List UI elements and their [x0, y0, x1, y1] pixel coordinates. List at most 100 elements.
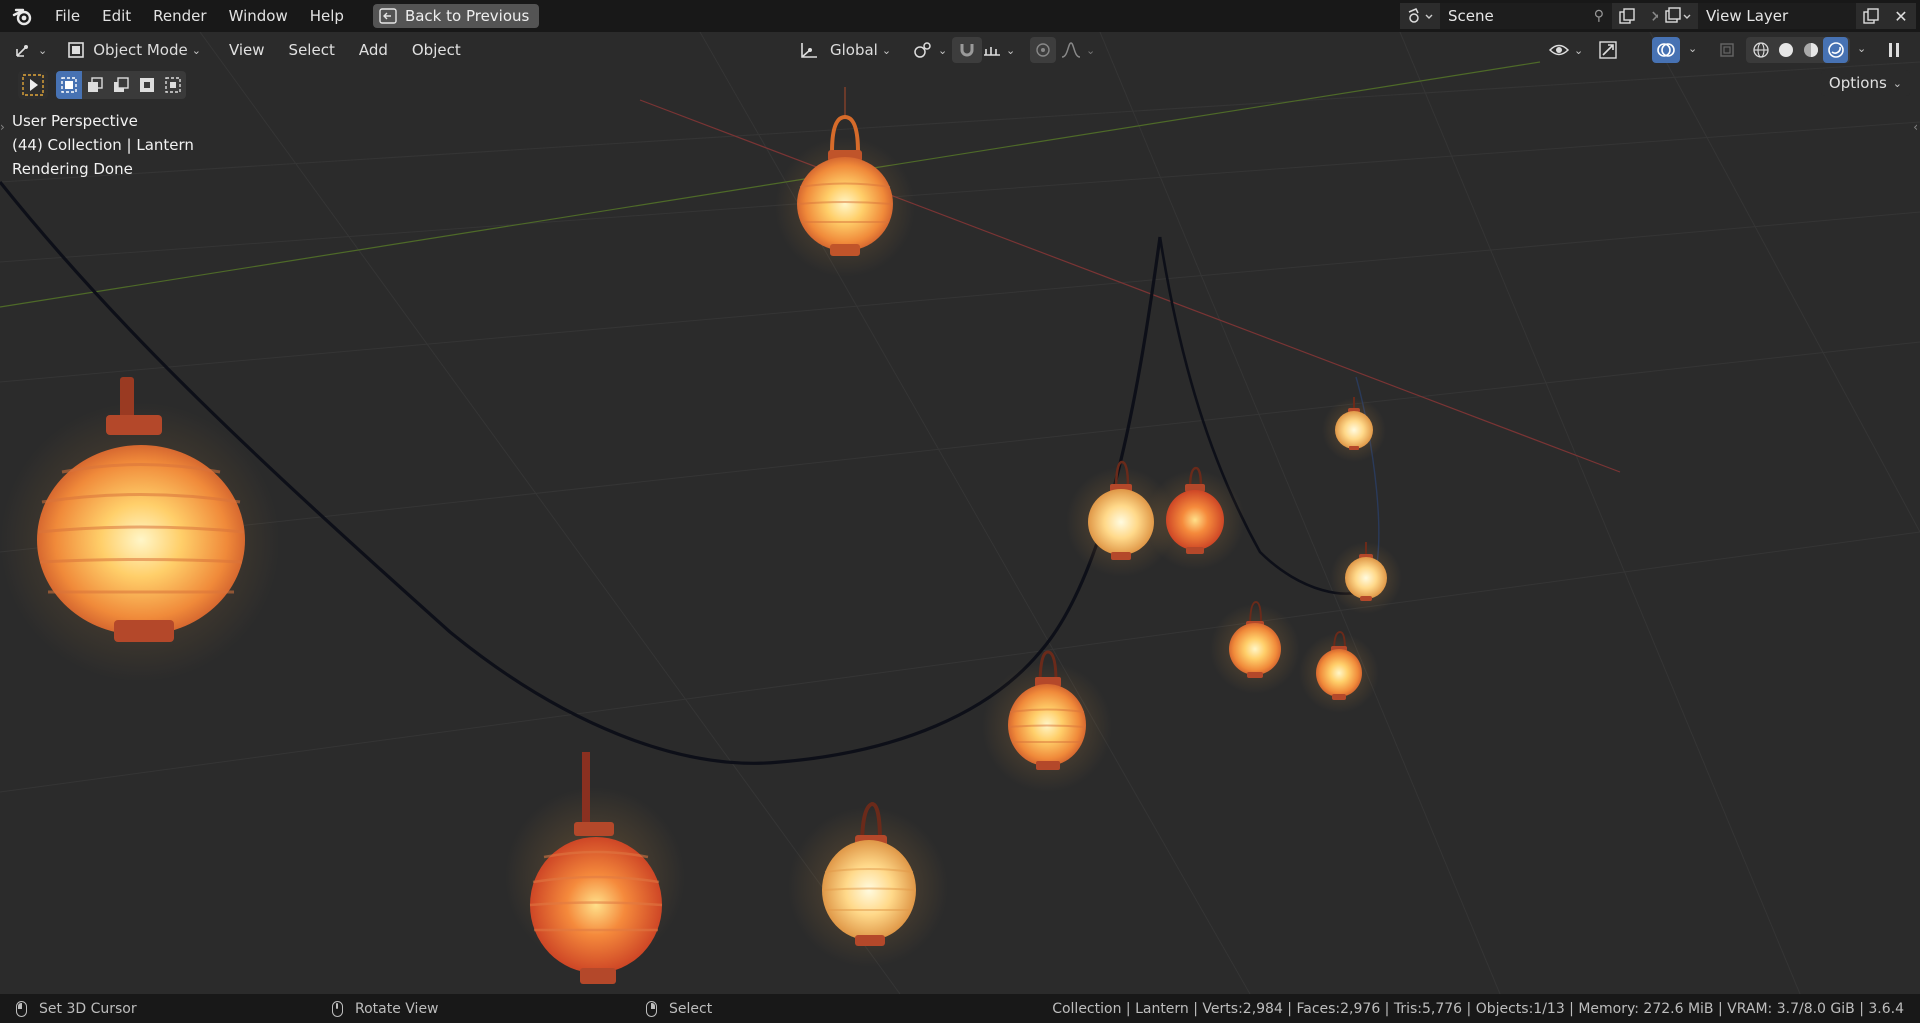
lantern-object[interactable]: [505, 752, 685, 984]
object-mode-dropdown[interactable]: Object Mode ⌄: [63, 37, 205, 63]
menu-edit[interactable]: Edit: [91, 0, 142, 32]
snap-increment-icon: [984, 47, 1000, 56]
back-to-previous-button[interactable]: Back to Previous: [372, 4, 540, 28]
blender-logo-icon[interactable]: [10, 3, 36, 29]
menu-view[interactable]: View: [229, 41, 265, 59]
select-subtract-button[interactable]: [108, 71, 134, 99]
shading-wireframe-button[interactable]: [1748, 37, 1773, 63]
new-view-layer-icon[interactable]: [1856, 3, 1886, 29]
select-new-icon: [61, 77, 77, 93]
snap-target-dropdown[interactable]: ⌄: [982, 37, 1015, 63]
proportional-editing-icon: [1036, 43, 1050, 57]
gizmo-toggle-button[interactable]: [1594, 37, 1622, 63]
view-layer-name: View Layer: [1706, 7, 1789, 25]
mouse-right-icon: [646, 1000, 657, 1017]
menu-render[interactable]: Render: [142, 0, 217, 32]
pause-icon: [1889, 43, 1899, 57]
status-hint-left-click: Set 3D Cursor: [16, 1000, 137, 1017]
lantern-object[interactable]: [982, 650, 1112, 792]
scene-statistics: Collection | Lantern | Verts:2,984 | Fac…: [1052, 1000, 1904, 1017]
status-bar: Set 3D Cursor Rotate View Select Collect…: [0, 994, 1920, 1023]
overlays-icon: [1657, 43, 1675, 57]
shading-material-button[interactable]: [1798, 37, 1823, 63]
menu-window[interactable]: Window: [218, 0, 299, 32]
xray-icon: [1720, 43, 1734, 57]
transform-orientation-dropdown[interactable]: Global ⌄: [798, 37, 891, 63]
select-intersect-button[interactable]: [160, 71, 186, 99]
scene-name-field[interactable]: Scene ⚲: [1440, 3, 1612, 29]
chevron-down-icon: ⌄: [191, 43, 201, 57]
lantern-object[interactable]: [0, 377, 280, 682]
proportional-editing-button[interactable]: [1030, 37, 1056, 63]
object-mode-label: Object Mode: [93, 41, 188, 59]
view-layer-selector: View Layer ✕: [1658, 3, 1916, 29]
gizmo-icon: [1599, 41, 1617, 59]
lantern-object[interactable]: [775, 87, 915, 277]
scene-name: Scene: [1448, 7, 1494, 25]
3d-viewport[interactable]: User Perspective (44) Collection | Lante…: [0, 32, 1920, 994]
orientation-label: Global: [830, 41, 878, 59]
shading-mode-group: [1746, 37, 1850, 63]
chevron-down-icon: ⌄: [1892, 76, 1902, 90]
select-set-button[interactable]: [56, 71, 82, 99]
select-invert-icon: [140, 78, 154, 92]
view-layer-browse-icon[interactable]: [1658, 3, 1698, 29]
right-panel-toggle-icon[interactable]: ‹: [1913, 120, 1918, 134]
lantern-object[interactable]: [1330, 542, 1402, 614]
visibility-dropdown[interactable]: ⌄: [1548, 37, 1583, 63]
y-axis-line: [0, 61, 1541, 308]
status-hint-left-label: Set 3D Cursor: [39, 1000, 137, 1017]
overlays-chevron-down-icon[interactable]: ⌄: [1688, 42, 1697, 55]
magnet-icon: [960, 44, 974, 57]
orientation-global-icon: [801, 43, 817, 58]
tweak-tool-button[interactable]: [18, 71, 48, 99]
menu-file[interactable]: File: [44, 0, 91, 32]
status-hint-middle-click: Rotate View: [332, 1000, 439, 1017]
falloff-dropdown[interactable]: ⌄: [1060, 37, 1095, 63]
shading-chevron-down-icon[interactable]: ⌄: [1857, 42, 1866, 55]
select-subtract-icon: [114, 77, 129, 92]
view-layer-name-field[interactable]: View Layer: [1698, 3, 1856, 29]
pivot-icon: [914, 42, 931, 58]
viewport-header: ⌄ Object Mode ⌄ View Select Add Object G…: [0, 32, 1920, 68]
menu-select[interactable]: Select: [289, 41, 335, 59]
pin-icon[interactable]: ⚲: [1594, 8, 1604, 24]
snap-toggle-button[interactable]: [952, 37, 982, 63]
scene-browse-icon[interactable]: [1400, 3, 1440, 29]
viewport-canvas[interactable]: [0, 32, 1920, 994]
new-scene-icon[interactable]: [1612, 3, 1642, 29]
delete-view-layer-icon[interactable]: ✕: [1886, 3, 1916, 29]
object-mode-icon: [68, 42, 85, 58]
menu-object[interactable]: Object: [412, 41, 461, 59]
xray-toggle-button[interactable]: [1714, 37, 1740, 63]
options-dropdown[interactable]: Options ⌄: [1820, 70, 1910, 96]
lantern-object[interactable]: [788, 801, 948, 967]
overlays-toggle-button[interactable]: [1652, 37, 1680, 63]
left-panel-toggle-icon[interactable]: ›: [0, 120, 5, 134]
shading-rendered-button[interactable]: [1823, 37, 1848, 63]
menu-add[interactable]: Add: [359, 41, 388, 59]
lantern-object[interactable]: [1210, 600, 1300, 694]
material-sphere-icon: [1803, 43, 1818, 57]
lantern-object[interactable]: [1299, 630, 1379, 713]
select-intersect-icon: [165, 77, 181, 93]
shading-solid-button[interactable]: [1773, 37, 1798, 63]
options-label: Options: [1828, 74, 1887, 92]
back-to-previous-label: Back to Previous: [404, 7, 530, 25]
floor-grid: [0, 32, 1920, 994]
3d-viewport-editor-icon: [16, 45, 28, 57]
chevron-down-icon: ⌄: [1086, 43, 1096, 57]
active-collection-label: (44) Collection | Lantern: [12, 136, 194, 154]
pivot-point-dropdown[interactable]: ⌄: [912, 37, 947, 63]
status-hint-right-click: Select: [646, 1000, 713, 1017]
status-hint-right-label: Select: [669, 1000, 713, 1017]
select-extend-button[interactable]: [82, 71, 108, 99]
rendered-sphere-icon: [1827, 42, 1844, 58]
eye-icon: [1548, 44, 1570, 56]
editor-type-dropdown[interactable]: ⌄: [14, 37, 47, 63]
menu-help[interactable]: Help: [299, 0, 355, 32]
pause-render-button[interactable]: [1880, 37, 1908, 63]
select-extend-icon: [88, 77, 103, 92]
select-invert-button[interactable]: [134, 71, 160, 99]
wireframe-sphere-icon: [1752, 42, 1769, 58]
